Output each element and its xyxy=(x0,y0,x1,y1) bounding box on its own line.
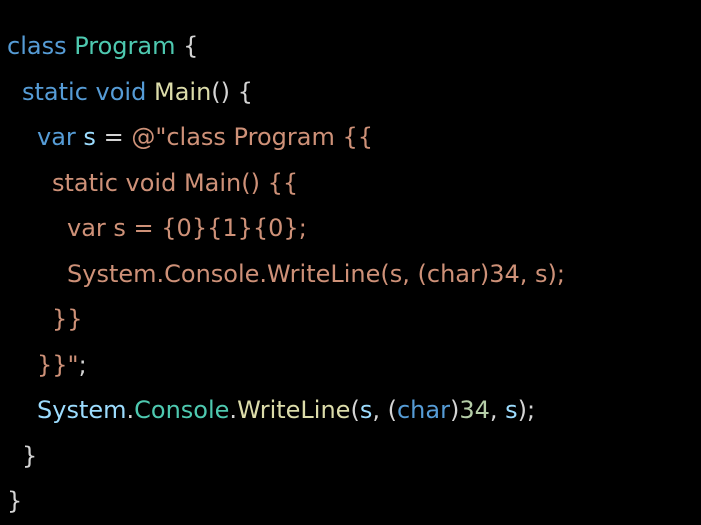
code-token-type: Program xyxy=(74,32,176,60)
code-token-punctuation: () { xyxy=(211,77,253,106)
code-token-variable: s xyxy=(505,396,518,424)
code-token-method: WriteLine xyxy=(237,396,351,424)
code-token-punctuation: = xyxy=(95,123,132,151)
code-token-method: Main xyxy=(153,77,212,106)
code-token-punctuation: { xyxy=(175,32,199,60)
code-line: var s = {0}{1}{0}; xyxy=(7,206,565,252)
code-token-punctuation: ; xyxy=(78,350,87,379)
code-token-punctuation: ( xyxy=(350,396,360,424)
code-line: } xyxy=(7,434,565,480)
code-editor: class Program {static void Main() {var s… xyxy=(0,0,701,515)
code-token-keyword: static xyxy=(22,77,88,106)
code-token-variable: System xyxy=(37,396,127,424)
code-token-punctuation: , xyxy=(489,396,506,424)
code-token-string: static void Main() {{ xyxy=(52,168,299,197)
code-block: class Program {static void Main() {var s… xyxy=(7,24,565,525)
code-token-variable: s xyxy=(359,396,373,424)
code-token-punctuation xyxy=(88,78,96,106)
code-line: }} xyxy=(7,297,565,343)
code-token-number: 34 xyxy=(459,396,490,424)
code-line: System.Console.WriteLine(s, (char)34, s)… xyxy=(7,252,565,298)
code-token-variable: s xyxy=(83,123,96,151)
code-token-punctuation xyxy=(146,78,154,106)
code-line: static void Main() { xyxy=(7,70,565,116)
code-token-punctuation: ); xyxy=(517,396,536,424)
code-token-punctuation: . xyxy=(229,396,238,424)
code-token-string: }}" xyxy=(37,350,79,379)
code-token-string: }} xyxy=(52,305,83,333)
code-line: }}"; xyxy=(7,343,565,389)
code-line: System.Console.WriteLine(s, (char)34, s)… xyxy=(7,388,565,434)
code-token-type: Console xyxy=(134,396,230,424)
code-token-string: System.Console.WriteLine(s, (char)34, s)… xyxy=(67,259,565,288)
code-token-keyword: class xyxy=(7,32,67,60)
code-line: class Program { xyxy=(7,24,565,70)
code-token-punctuation: } xyxy=(7,487,23,515)
code-token-punctuation: , ( xyxy=(372,396,397,424)
code-line: var s = @"class Program {{ xyxy=(7,115,565,161)
code-token-string: var s = {0}{1}{0}; xyxy=(67,214,307,242)
code-token-keyword: var xyxy=(37,123,76,151)
code-token-keyword: char xyxy=(396,396,450,424)
code-token-punctuation: . xyxy=(126,396,135,424)
code-token-keyword: void xyxy=(95,77,147,106)
code-token-punctuation: ) xyxy=(449,396,460,424)
code-line: } xyxy=(7,479,565,525)
code-token-string: @"class Program {{ xyxy=(131,123,373,151)
code-line: static void Main() {{ xyxy=(7,161,565,207)
code-token-punctuation: } xyxy=(22,441,38,470)
